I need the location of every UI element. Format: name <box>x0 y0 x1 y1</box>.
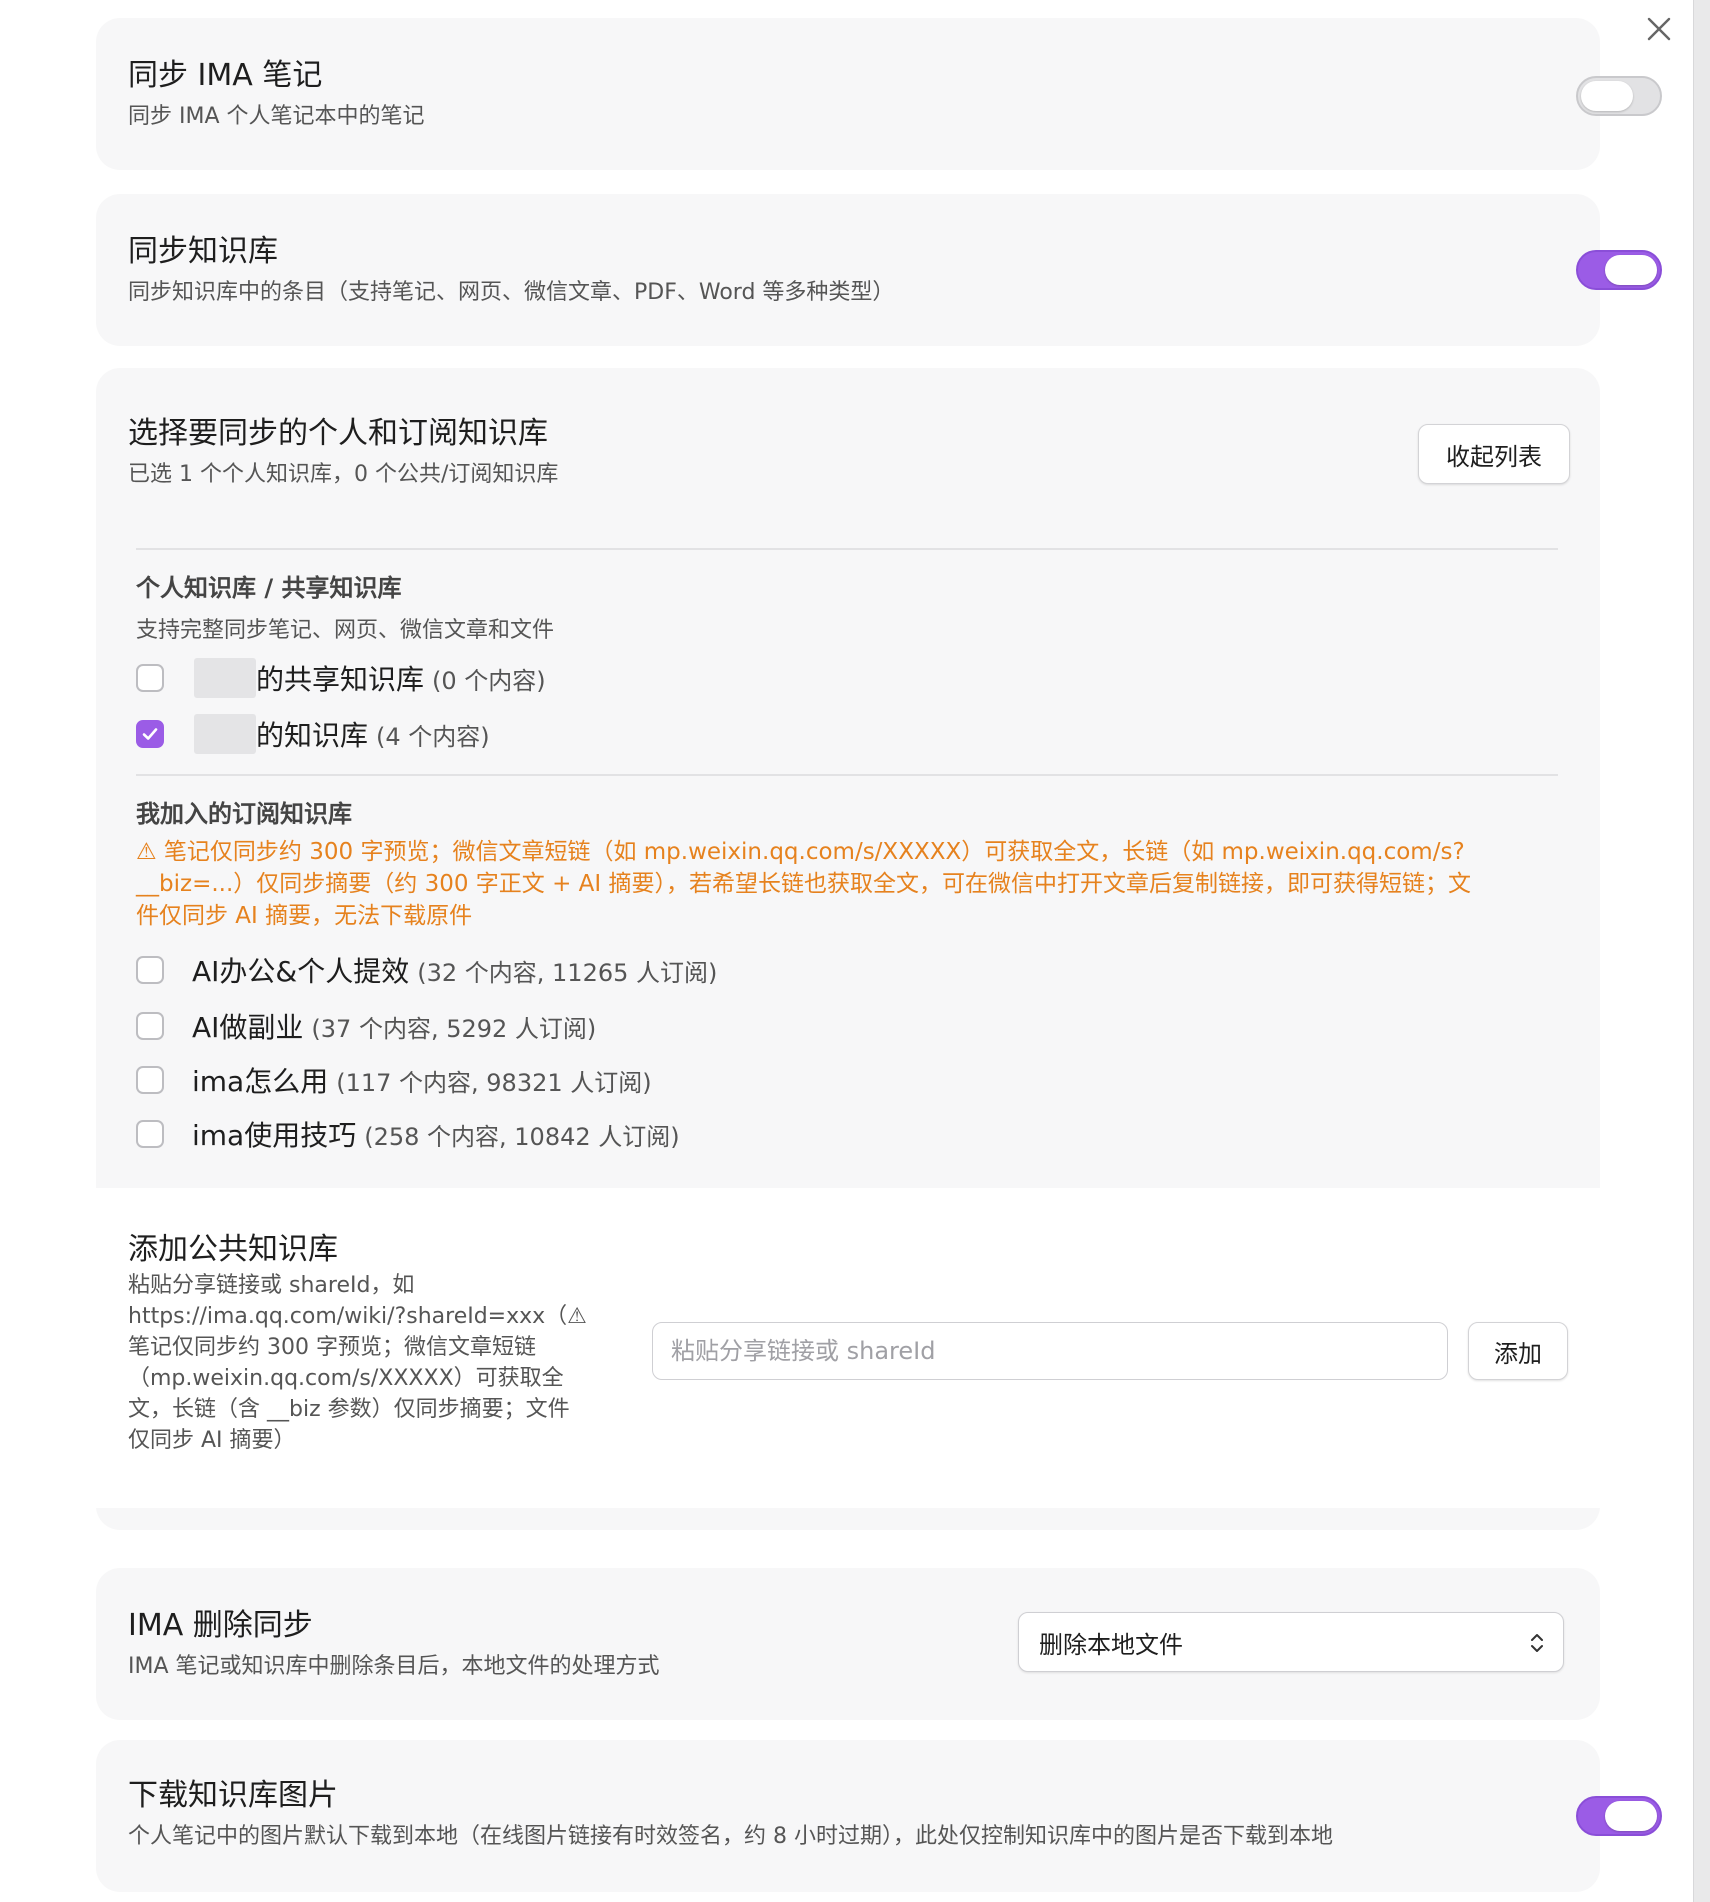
kb-checkbox[interactable] <box>136 956 164 984</box>
kb-checkbox[interactable] <box>136 1120 164 1148</box>
add-public-kb-section: 添加公共知识库 粘贴分享链接或 shareId，如 https://ima.qq… <box>96 1188 1600 1508</box>
list-item-personal-shared[interactable]: 的共享知识库 (0 个内容) <box>136 658 546 698</box>
warning-line: __biz=...）仅同步摘要（约 300 字正文 + AI 摘要），若希望长链… <box>136 871 1472 897</box>
chevron-updown-icon <box>1531 1634 1543 1652</box>
kb-checkbox[interactable] <box>136 1066 164 1094</box>
list-item-subscribed[interactable]: AI办公&个人提效 (32 个内容, 11265 人订阅) <box>136 950 717 990</box>
kb-name: AI办公&个人提效 <box>192 955 410 988</box>
kb-checkbox[interactable] <box>136 720 164 748</box>
sync-kb-card: 同步知识库 同步知识库中的条目（支持笔记、网页、微信文章、PDF、Word 等多… <box>96 194 1662 346</box>
download-images-desc: 个人笔记中的图片默认下载到本地（在线图片链接有时效签名，约 8 小时过期），此处… <box>128 1824 1333 1849</box>
sync-notes-desc: 同步 IMA 个人笔记本中的笔记 <box>128 104 425 129</box>
toggle-knob <box>1581 81 1633 111</box>
list-item-subscribed[interactable]: ima使用技巧 (258 个内容, 10842 人订阅) <box>136 1114 680 1154</box>
desc-line: 仅同步 AI 摘要） <box>128 1428 296 1453</box>
share-link-input[interactable] <box>652 1322 1448 1380</box>
kb-name: 的知识库 <box>256 719 369 752</box>
desc-line: 粘贴分享链接或 shareId，如 <box>128 1273 415 1298</box>
warning-line: 件仅同步 AI 摘要，无法下载原件 <box>136 903 473 929</box>
sync-notes-title: 同步 IMA 笔记 <box>128 58 323 93</box>
kb-name: ima怎么用 <box>192 1065 329 1098</box>
kb-name: 的共享知识库 <box>256 663 425 696</box>
kb-meta: (0 个内容) <box>432 666 546 695</box>
toggle-knob <box>1605 1801 1657 1831</box>
select-kb-title: 选择要同步的个人和订阅知识库 <box>128 416 548 451</box>
download-images-title: 下载知识库图片 <box>128 1778 338 1813</box>
select-kb-desc: 已选 1 个个人知识库，0 个公共/订阅知识库 <box>128 462 559 487</box>
delete-sync-card: IMA 删除同步 IMA 笔记或知识库中删除条目后，本地文件的处理方式 删除本地… <box>96 1568 1600 1720</box>
add-public-kb-desc: 粘贴分享链接或 shareId，如 https://ima.qq.com/wik… <box>128 1270 628 1456</box>
redacted-owner <box>194 714 256 754</box>
sync-notes-toggle[interactable] <box>1576 76 1662 116</box>
divider <box>136 548 1558 550</box>
delete-sync-title: IMA 删除同步 <box>128 1608 313 1643</box>
sync-kb-title: 同步知识库 <box>128 234 278 269</box>
kb-checkbox[interactable] <box>136 1012 164 1040</box>
personal-kb-heading: 个人知识库 / 共享知识库 <box>136 574 402 602</box>
delete-sync-desc: IMA 笔记或知识库中删除条目后，本地文件的处理方式 <box>128 1654 660 1679</box>
download-images-toggle[interactable] <box>1576 1796 1662 1836</box>
kb-name: AI做副业 <box>192 1011 304 1044</box>
desc-line: 文，长链（含 __biz 参数）仅同步摘要；文件 <box>128 1397 570 1422</box>
subscribed-kb-heading: 我加入的订阅知识库 <box>136 800 352 828</box>
select-value: 删除本地文件 <box>1039 1630 1183 1659</box>
kb-meta: (4 个内容) <box>376 722 490 751</box>
list-item-personal-own[interactable]: 的知识库 (4 个内容) <box>136 714 490 754</box>
redacted-owner <box>194 658 256 698</box>
close-icon <box>1647 17 1671 41</box>
subscribed-kb-warning: ⚠ 笔记仅同步约 300 字预览；微信文章短链（如 mp.weixin.qq.c… <box>136 836 1576 932</box>
sync-kb-desc: 同步知识库中的条目（支持笔记、网页、微信文章、PDF、Word 等多种类型） <box>128 280 895 305</box>
divider <box>136 774 1558 776</box>
close-button[interactable] <box>1642 12 1676 46</box>
add-public-kb-title: 添加公共知识库 <box>128 1232 338 1267</box>
download-images-card: 下载知识库图片 个人笔记中的图片默认下载到本地（在线图片链接有时效签名，约 8 … <box>96 1740 1662 1892</box>
list-item-subscribed[interactable]: AI做副业 (37 个内容, 5292 人订阅) <box>136 1006 596 1046</box>
collapse-list-button[interactable]: 收起列表 <box>1418 424 1570 484</box>
check-icon <box>142 728 158 740</box>
personal-kb-desc: 支持完整同步笔记、网页、微信文章和文件 <box>136 618 555 643</box>
kb-meta: (37 个内容, 5292 人订阅) <box>311 1014 597 1043</box>
toggle-knob <box>1605 255 1657 285</box>
desc-line: （mp.weixin.qq.com/s/XXXXX）可获取全 <box>128 1366 564 1391</box>
kb-checkbox[interactable] <box>136 664 164 692</box>
sync-notes-card: 同步 IMA 笔记 同步 IMA 个人笔记本中的笔记 <box>96 18 1662 170</box>
warning-line: ⚠ 笔记仅同步约 300 字预览；微信文章短链（如 mp.weixin.qq.c… <box>136 839 1465 865</box>
settings-panel: 同步 IMA 笔记 同步 IMA 个人笔记本中的笔记 同步知识库 同步知识库中的… <box>0 0 1694 1902</box>
desc-line: 笔记仅同步约 300 字预览；微信文章短链 <box>128 1335 536 1360</box>
kb-meta: (258 个内容, 10842 人订阅) <box>364 1122 680 1151</box>
desc-line: https://ima.qq.com/wiki/?shareId=xxx（⚠ <box>128 1304 587 1329</box>
select-kb-card: 选择要同步的个人和订阅知识库 已选 1 个个人知识库，0 个公共/订阅知识库 收… <box>96 368 1600 1530</box>
kb-name: ima使用技巧 <box>192 1119 357 1152</box>
list-item-subscribed[interactable]: ima怎么用 (117 个内容, 98321 人订阅) <box>136 1060 652 1100</box>
add-button[interactable]: 添加 <box>1468 1322 1568 1380</box>
sync-kb-toggle[interactable] <box>1576 250 1662 290</box>
kb-meta: (117 个内容, 98321 人订阅) <box>336 1068 652 1097</box>
delete-behavior-select[interactable]: 删除本地文件 <box>1018 1612 1564 1672</box>
kb-meta: (32 个内容, 11265 人订阅) <box>417 958 718 987</box>
